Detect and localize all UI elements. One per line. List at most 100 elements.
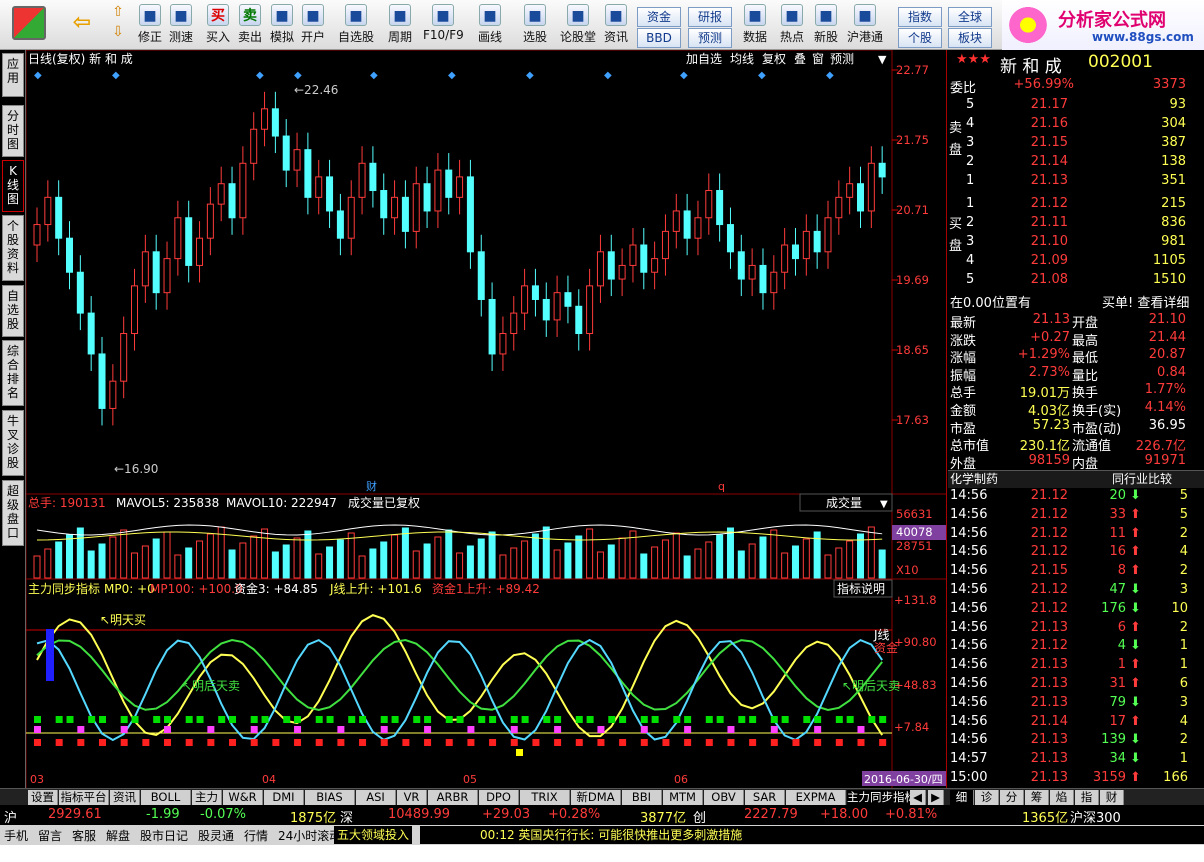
- indicator-tab-9[interactable]: VR: [397, 790, 427, 805]
- signal-square-green: [521, 716, 529, 723]
- scroll-left-icon[interactable]: ◀: [910, 790, 926, 805]
- left-tab-2[interactable]: K线图: [2, 160, 24, 212]
- left-tab-3[interactable]: 个股资料: [2, 215, 24, 281]
- hs-label: 沪深300: [1070, 811, 1121, 826]
- indicator-tab-7[interactable]: BIAS: [305, 790, 355, 805]
- toolbar-button-16[interactable]: ■ 沪港通: [845, 2, 885, 48]
- scroll-right-icon[interactable]: ▶: [928, 790, 944, 805]
- tick-time: 14:56: [950, 732, 988, 748]
- indicator-tab-15[interactable]: MTM: [663, 790, 703, 805]
- toolbar-button-15[interactable]: ■ 新股: [806, 2, 846, 48]
- indicator-tab-11[interactable]: DPO: [479, 790, 519, 805]
- status-item-7[interactable]: 24小时滚动: [278, 827, 341, 844]
- indicator-tab-8[interactable]: ASI: [356, 790, 396, 805]
- toolbar-button-8[interactable]: ■ F10/F9: [423, 2, 464, 48]
- arrow-down-icon: ⬇: [1130, 732, 1141, 748]
- industry-compare-button[interactable]: 同行业比较: [1112, 470, 1172, 487]
- toolbar-small-button-7[interactable]: 板块: [948, 28, 992, 48]
- stat-value-right: 21.44: [1148, 329, 1186, 345]
- toolbar-button-10[interactable]: ■ 选股: [515, 2, 555, 48]
- indicator-tab-18[interactable]: EXPMA: [786, 790, 846, 805]
- panel-tab-3[interactable]: 筹: [1025, 790, 1049, 805]
- indicator-tab-14[interactable]: BBI: [622, 790, 662, 805]
- left-tab-4[interactable]: 自选股: [2, 285, 24, 337]
- toolbar-button-label: 新股: [813, 30, 838, 44]
- status-item-1[interactable]: 留言: [38, 827, 62, 844]
- left-tab-5[interactable]: 综合排名: [2, 340, 24, 406]
- candle-body: [564, 292, 572, 307]
- q-marker: q: [718, 480, 725, 493]
- indicator-tab-6[interactable]: DMI: [264, 790, 304, 805]
- status-item-3[interactable]: 解盘: [106, 827, 130, 844]
- indicator-tab-17[interactable]: SAR: [745, 790, 785, 805]
- indicator-tab-13[interactable]: 新DMA: [571, 790, 621, 805]
- toolbar-button-9[interactable]: ■ 画线: [470, 2, 510, 48]
- left-tab-7[interactable]: 超级盘口: [2, 480, 24, 546]
- candle-body: [152, 251, 160, 294]
- stat-value-left: 19.01万: [1019, 386, 1070, 402]
- indicator-tab-12[interactable]: TRIX: [520, 790, 570, 805]
- volume-bar: [791, 545, 799, 579]
- kline-chart-area[interactable]: 日线(复权) 新 和 成 加自选 均线 复权叠窗预测 ▼ ◆ ◆ ◆ ◆ ◆ ◆ ◆ ◆ ◆ ◆ ◆ 22.77…: [26, 50, 946, 790]
- panel-tab-6[interactable]: 财: [1100, 790, 1124, 805]
- up-down-button[interactable]: ⇧ ⇩: [106, 2, 130, 48]
- toolbar-button-6[interactable]: ■ 自选股: [336, 2, 376, 48]
- status-item-5[interactable]: 股灵通: [198, 827, 234, 844]
- toolbar-button-13[interactable]: ■ 数据: [735, 2, 775, 48]
- panel-tab-0[interactable]: 细: [950, 790, 974, 805]
- status-item-0[interactable]: 手机: [4, 827, 28, 844]
- news-headline-1[interactable]: 五大领域投入: [334, 826, 413, 844]
- info-icon: ■: [605, 4, 627, 26]
- toolbar-button-5[interactable]: ■ 开户: [293, 2, 333, 48]
- toolbar-small-button-5[interactable]: 个股: [898, 28, 942, 48]
- quote-row: 涨幅 +1.29% 最低 20.87: [950, 347, 1204, 366]
- month-label: 04: [262, 773, 276, 786]
- toolbar-button-7[interactable]: ■ 周期: [380, 2, 420, 48]
- status-item-6[interactable]: 行情: [244, 827, 268, 844]
- toolbar-small-button-2[interactable]: 研报: [688, 7, 732, 27]
- buy-volume: 1510: [1152, 272, 1186, 287]
- toolbar-small-button-6[interactable]: 全球: [948, 7, 992, 27]
- left-tab-0[interactable]: 应用: [2, 53, 24, 97]
- toolbar-button-1[interactable]: ■ 测速: [161, 2, 201, 48]
- indicator-tab-5[interactable]: W&R: [223, 790, 263, 805]
- tick-count: 2: [1179, 563, 1188, 579]
- candle-body: [531, 285, 539, 300]
- stat-label-right: 换手(实): [1072, 404, 1122, 419]
- candle-body: [347, 196, 355, 239]
- arrow-up-icon: ⬆: [1130, 619, 1141, 635]
- news-headline-2[interactable]: 00:12 英国央行行长: 可能很快推出更多刺激措施: [420, 826, 1204, 844]
- back-button[interactable]: ⇦: [64, 2, 100, 48]
- panel-tab-4[interactable]: 焰: [1050, 790, 1074, 805]
- left-tab-6[interactable]: 牛叉诊股: [2, 410, 24, 476]
- indicator-tab-19[interactable]: 主力同步指标: [847, 790, 917, 805]
- tick-count: 6: [1179, 676, 1188, 691]
- toolbar-small-button-4[interactable]: 指数: [898, 7, 942, 27]
- toolbar-small-button-0[interactable]: 资金: [637, 7, 681, 27]
- indicator-tab-1[interactable]: 指标平台: [59, 790, 109, 805]
- status-item-4[interactable]: 股市日记: [140, 827, 188, 844]
- toolbar-small-button-1[interactable]: BBD: [637, 28, 681, 48]
- indicator-tab-4[interactable]: 主力: [192, 790, 222, 805]
- signal-square-green: [66, 716, 74, 723]
- tick-time: 14:56: [950, 582, 988, 597]
- status-item-2[interactable]: 客服: [72, 827, 96, 844]
- indicator-tab-10[interactable]: ARBR: [428, 790, 478, 805]
- panel-tab-5[interactable]: 指: [1075, 790, 1099, 805]
- left-tab-1[interactable]: 分时图: [2, 105, 24, 157]
- panel-tab-2[interactable]: 分: [1000, 790, 1024, 805]
- panel-tab-1[interactable]: 诊: [975, 790, 999, 805]
- signal-square-red: [99, 739, 107, 746]
- toolbar-button-11[interactable]: ■ 论股堂: [558, 2, 598, 48]
- app-menu-button[interactable]: [8, 2, 50, 48]
- indicator-tab-16[interactable]: OBV: [704, 790, 744, 805]
- toolbar-button-label: 模拟: [269, 30, 294, 44]
- candle-body: [445, 169, 453, 198]
- indicator-tab-2[interactable]: 资讯: [110, 790, 140, 805]
- tick-count: 4: [1179, 713, 1188, 729]
- indicator-tab-3[interactable]: BOLL: [141, 790, 191, 805]
- indicator-tab-0[interactable]: 设置: [28, 790, 58, 805]
- toolbar-small-button-3[interactable]: 预测: [688, 28, 732, 48]
- toolbar-button-12[interactable]: ■ 资讯: [596, 2, 636, 48]
- star-icon: ■: [345, 4, 367, 26]
